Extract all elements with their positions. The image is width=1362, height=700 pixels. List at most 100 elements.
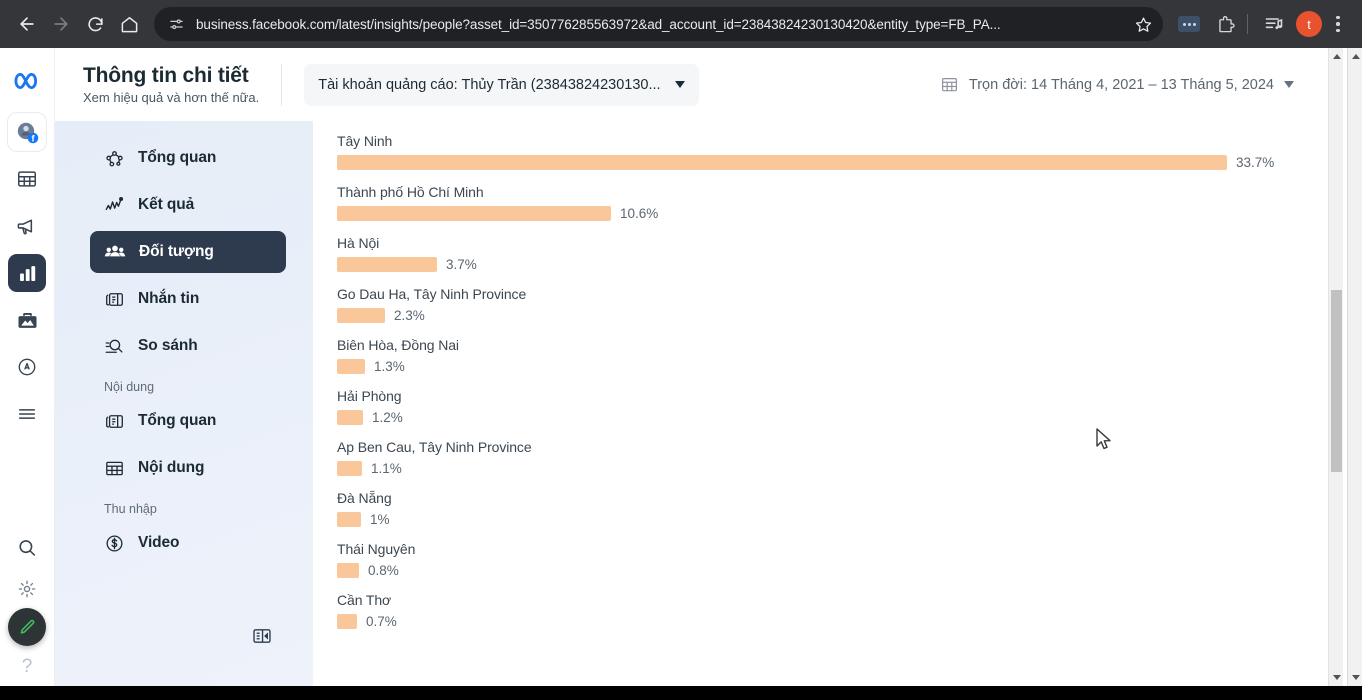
bar-fill[interactable] — [337, 155, 1227, 170]
inner-scrollbar[interactable] — [1328, 48, 1343, 686]
rail-item-business[interactable] — [8, 301, 46, 339]
puzzle-piece-icon — [1218, 15, 1235, 32]
sidebar-item-label: Đối tượng — [139, 243, 214, 260]
rail-item-table[interactable] — [8, 160, 46, 198]
gear-icon — [18, 580, 36, 598]
scroll-up-arrow[interactable] — [1348, 48, 1362, 65]
rail-item-ads[interactable] — [8, 207, 46, 245]
inner-scrollbar-thumb[interactable] — [1331, 290, 1342, 472]
magnifier-compare-icon — [105, 339, 123, 353]
bar-fill[interactable] — [337, 206, 611, 221]
bar-fill[interactable] — [337, 257, 437, 272]
sidebar-item-ket-qua[interactable]: Kết quả — [90, 184, 286, 226]
sidebar-item-label: So sánh — [138, 337, 198, 354]
bar-value-label: 33.7% — [1236, 155, 1275, 170]
sidebar-item-noi-dung[interactable]: Nội dung — [90, 447, 286, 489]
bar-line: 1.1% — [337, 461, 1328, 476]
sidebar-item-nhan-tin[interactable]: Nhắn tin — [90, 278, 286, 320]
ad-account-selector[interactable]: Tài khoản quảng cáo: Thủy Trần (23843824… — [304, 63, 699, 106]
profile-avatar[interactable]: t — [1296, 11, 1322, 37]
briefcase-icon — [17, 312, 37, 328]
meta-logo-icon[interactable] — [12, 70, 43, 97]
chevron-down-icon — [674, 81, 685, 88]
scroll-down-arrow[interactable] — [1329, 669, 1344, 686]
left-icon-rail: f ? — [0, 48, 55, 686]
page-title-block: Thông tin chi tiết Xem hiệu quả và hơn t… — [83, 64, 281, 105]
bar-row: Go Dau Ha, Tây Ninh Province 2.3% — [337, 286, 1328, 323]
bar-fill[interactable] — [337, 461, 362, 476]
rail-item-insights[interactable] — [8, 254, 46, 292]
bar-category-label: Go Dau Ha, Tây Ninh Province — [337, 286, 527, 302]
collapse-panel-icon — [253, 629, 271, 643]
business-account-avatar[interactable]: f — [8, 113, 46, 151]
toolbar-divider — [1247, 14, 1248, 34]
bar-fill[interactable] — [337, 563, 359, 578]
bar-value-label: 2.3% — [394, 308, 425, 323]
network-nodes-icon — [106, 150, 123, 167]
sidebar-item-doi-tuong[interactable]: Đối tượng — [90, 231, 286, 273]
bar-value-label: 10.6% — [620, 206, 659, 221]
bar-row: Thái Nguyên 0.8% — [337, 541, 1328, 578]
bar-line: 1% — [337, 512, 1328, 527]
sidebar-item-label: Video — [138, 534, 180, 551]
url-text[interactable]: business.facebook.com/latest/insights/pe… — [196, 17, 1129, 32]
site-settings-icon[interactable] — [166, 14, 186, 34]
table-icon — [18, 171, 36, 187]
pencil-icon — [20, 619, 34, 634]
help-button[interactable]: ? — [22, 656, 33, 678]
page-subtitle: Xem hiệu quả và hơn thế nữa. — [83, 90, 260, 105]
cards-icon — [106, 292, 123, 306]
bar-fill[interactable] — [337, 614, 357, 629]
extensions-button[interactable] — [1209, 8, 1241, 40]
bar-fill[interactable] — [337, 308, 385, 323]
collapse-sidebar-button[interactable] — [251, 625, 273, 652]
sidebar-item-so-sanh[interactable]: So sánh — [90, 325, 286, 367]
sidebar-item-content-tong-quan[interactable]: Tổng quan — [90, 400, 286, 442]
extension-badge-button[interactable] — [1173, 8, 1205, 40]
bar-line: 0.7% — [337, 614, 1328, 629]
rail-search-button[interactable] — [8, 529, 46, 567]
sidebar-item-tong-quan[interactable]: Tổng quan — [90, 137, 286, 179]
bar-row: Hà Nội 3.7% — [337, 235, 1328, 272]
bar-value-label: 0.8% — [368, 563, 399, 578]
cards-icon — [106, 414, 123, 428]
bar-fill[interactable] — [337, 410, 363, 425]
dollar-circle-icon — [106, 534, 123, 552]
extension-dots-icon — [1178, 16, 1200, 32]
bar-line: 33.7% — [337, 155, 1328, 170]
rail-item-all-tools[interactable] — [8, 348, 46, 386]
date-range-selector[interactable]: Trọn đời: 14 Tháng 4, 2021 – 13 Tháng 5,… — [940, 75, 1294, 94]
bar-row: Đà Nẵng 1% — [337, 490, 1328, 527]
browser-menu-button[interactable] — [1324, 8, 1352, 40]
bar-line: 1.2% — [337, 410, 1328, 425]
bar-category-label: Thành phố Hồ Chí Minh — [337, 184, 484, 200]
scroll-up-arrow[interactable] — [1329, 48, 1344, 65]
people-group-icon — [104, 245, 126, 257]
sidebar-item-label: Kết quả — [138, 196, 195, 213]
sidebar-item-video[interactable]: Video — [90, 522, 286, 564]
bar-fill[interactable] — [337, 359, 365, 374]
calendar-icon — [941, 78, 957, 92]
scroll-down-arrow[interactable] — [1348, 669, 1362, 686]
back-button[interactable] — [10, 7, 44, 41]
outer-scrollbar[interactable] — [1347, 48, 1362, 686]
rail-item-menu[interactable] — [8, 395, 46, 433]
address-bar[interactable]: business.facebook.com/latest/insights/pe… — [154, 7, 1163, 41]
reading-list-button[interactable] — [1258, 8, 1290, 40]
bar-category-label: Hà Nội — [337, 235, 380, 251]
search-icon — [19, 540, 36, 556]
rail-settings-button[interactable] — [8, 576, 46, 602]
compose-fab-button[interactable] — [8, 608, 46, 646]
line-chart-icon — [105, 196, 124, 210]
home-button[interactable] — [112, 7, 146, 41]
bar-line: 2.3% — [337, 308, 1328, 323]
bookmark-star-button[interactable] — [1129, 10, 1157, 38]
sidebar-item-label: Tổng quan — [138, 412, 217, 429]
forward-button[interactable] — [44, 7, 78, 41]
bar-fill[interactable] — [337, 512, 361, 527]
ad-account-label: Tài khoản quảng cáo: Thủy Trần (23843824… — [318, 76, 661, 93]
bar-value-label: 1.1% — [371, 461, 402, 476]
hamburger-menu-icon — [18, 409, 36, 419]
table-grid-icon — [106, 461, 123, 475]
reload-button[interactable] — [78, 7, 112, 41]
